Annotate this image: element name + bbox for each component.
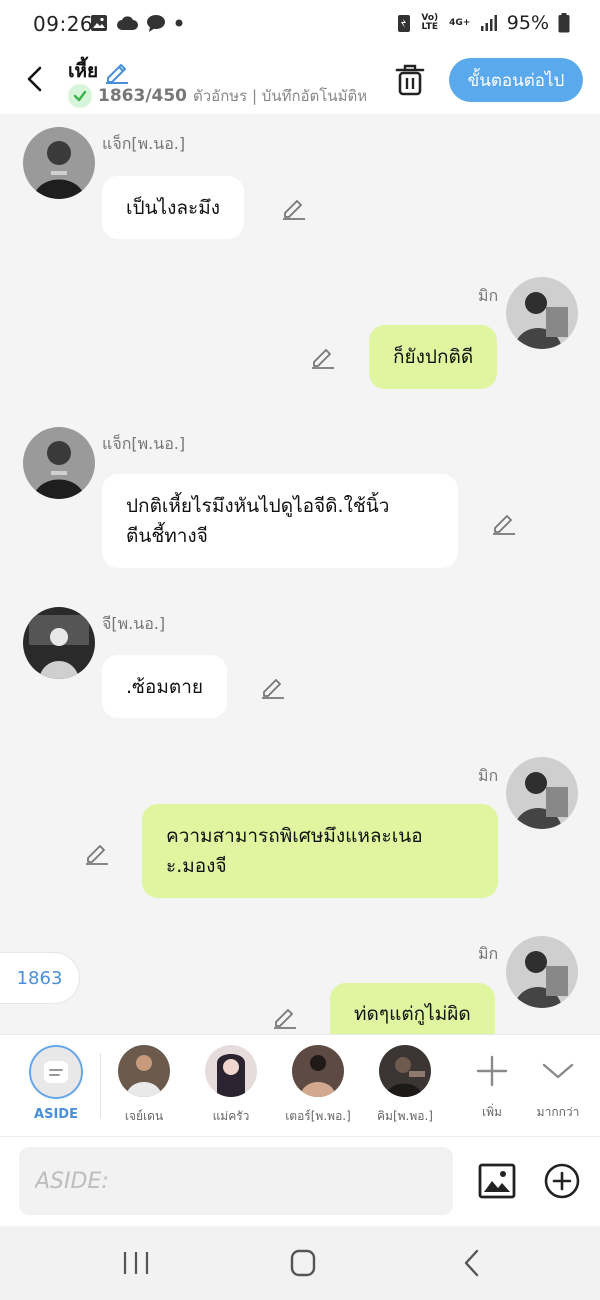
chat-title: เหี้ย bbox=[68, 60, 99, 82]
message-text: ตีนชี้ทางจี bbox=[126, 525, 208, 547]
character-avatar bbox=[118, 1045, 170, 1097]
plus-circle-icon bbox=[544, 1163, 580, 1199]
edit-message-icon[interactable] bbox=[281, 194, 307, 220]
message-bubble[interactable]: .ซ้อมตาย bbox=[102, 655, 228, 718]
character-selector: ASIDE เจย์เดน แม่ครัว เตอร์[พ.พอ.] คิม[พ… bbox=[0, 1034, 600, 1136]
message-input[interactable] bbox=[19, 1147, 453, 1215]
sender-name: แจ็ก[พ.นอ.] bbox=[102, 434, 186, 453]
sender-name: มิก bbox=[478, 944, 499, 963]
home-button[interactable] bbox=[283, 1248, 323, 1278]
recent-apps-icon bbox=[123, 1252, 149, 1274]
avatar-mik[interactable] bbox=[506, 936, 578, 1008]
expand-label: มากกว่า bbox=[536, 1105, 580, 1119]
chevron-down-icon bbox=[542, 1063, 574, 1079]
status-notification-icons bbox=[90, 14, 184, 32]
character-avatar bbox=[379, 1045, 431, 1097]
message-text: ะ.มองจี bbox=[166, 855, 227, 877]
back-arrow-icon bbox=[464, 1249, 479, 1277]
battery-saver-icon bbox=[397, 15, 410, 32]
check-icon bbox=[68, 84, 92, 108]
character-kim[interactable]: คิม[พ.พอ.] bbox=[365, 1045, 445, 1126]
character-jayden[interactable]: เจย์เดน bbox=[104, 1045, 184, 1126]
attach-image-button[interactable] bbox=[477, 1161, 517, 1201]
note-icon bbox=[44, 1061, 68, 1083]
message-text: เป็นไงละมึง bbox=[126, 196, 221, 219]
strip-divider bbox=[100, 1053, 101, 1119]
aside-label: ASIDE bbox=[34, 1107, 78, 1122]
chevron-left-icon bbox=[27, 66, 42, 92]
message-text: ปกติเหี้ยไรมึงหันไปดูไอจีดิ.ใช้นิ้ว bbox=[126, 495, 390, 517]
avatar-jack[interactable] bbox=[23, 127, 95, 199]
message-bubble[interactable]: เป็นไงละมึง bbox=[102, 176, 245, 239]
home-icon bbox=[290, 1249, 316, 1277]
message-bubble[interactable]: ความสามารถพิเศษมึงแหละเนอ ะ.มองจี bbox=[142, 804, 498, 898]
delete-button[interactable] bbox=[393, 62, 427, 98]
chat-bubble-icon bbox=[147, 15, 165, 32]
image-icon bbox=[478, 1163, 516, 1199]
avatar-mik[interactable] bbox=[506, 277, 578, 349]
message-text: ท่ดๆแต่กูไม่ผิด bbox=[354, 1003, 471, 1025]
message-text: ความสามารถพิเศษมึงแหละเนอ bbox=[166, 825, 423, 847]
gallery-icon bbox=[91, 15, 107, 31]
character-avatar bbox=[205, 1045, 257, 1097]
message-text: .ซ้อมตาย bbox=[126, 675, 204, 698]
character-avatar bbox=[292, 1045, 344, 1097]
volte-indicator: Vo) LTE bbox=[421, 13, 439, 32]
edit-message-icon[interactable] bbox=[310, 343, 336, 369]
dot-icon bbox=[175, 19, 183, 27]
character-ter[interactable]: เตอร์[พ.พอ.] bbox=[278, 1045, 358, 1126]
next-step-button[interactable]: ขั้นตอนต่อไป bbox=[449, 58, 583, 102]
avatar-mik[interactable] bbox=[506, 757, 578, 829]
recent-apps-button[interactable] bbox=[116, 1248, 156, 1278]
status-time: 09:26 bbox=[33, 12, 94, 36]
aside-avatar bbox=[29, 1045, 83, 1099]
expand-characters-button[interactable]: มากกว่า bbox=[518, 1045, 598, 1122]
system-nav-bar bbox=[0, 1226, 600, 1300]
message-bubble[interactable]: ท่ดๆแต่กูไม่ผิด bbox=[330, 983, 495, 1034]
back-button[interactable] bbox=[20, 64, 50, 94]
sender-name: จี[พ.นอ.] bbox=[102, 614, 166, 633]
edit-message-icon[interactable] bbox=[272, 1003, 298, 1029]
aside-character[interactable]: ASIDE bbox=[16, 1045, 96, 1122]
message-bubble[interactable]: ก็ยังปกติดี bbox=[369, 325, 498, 389]
character-label: เจย์เดน bbox=[124, 1109, 164, 1123]
plus-icon bbox=[476, 1055, 508, 1087]
title-row: เหี้ย bbox=[68, 56, 130, 86]
avatar-jack[interactable] bbox=[23, 427, 95, 499]
chat-message-list[interactable]: แจ็ก[พ.นอ.] เป็นไงละมึง มิก ก็ยังปกติดี … bbox=[0, 114, 600, 1034]
message-input-bar bbox=[0, 1136, 600, 1226]
cloud-icon bbox=[117, 16, 138, 30]
character-count: 1863/450 bbox=[98, 86, 188, 106]
edit-message-icon[interactable] bbox=[491, 509, 517, 535]
avatar-gee[interactable] bbox=[23, 607, 95, 679]
edit-message-icon[interactable] bbox=[84, 839, 110, 865]
status-bar: 09:26 Vo) LTE 4G+ 95% bbox=[0, 0, 600, 48]
character-label: เตอร์[พ.พอ.] bbox=[285, 1109, 351, 1123]
network-indicator: 4G+ bbox=[449, 17, 471, 28]
sender-name: มิก bbox=[478, 766, 499, 785]
battery-icon bbox=[558, 13, 570, 33]
battery-percent: 95% bbox=[506, 12, 549, 34]
add-button[interactable] bbox=[542, 1161, 582, 1201]
message-text: ก็ยังปกติดี bbox=[393, 346, 474, 368]
sender-name: แจ็ก[พ.นอ.] bbox=[102, 134, 186, 153]
autosave-text: ตัวอักษร | บันทึกอัตโนมัติหล bbox=[193, 87, 368, 105]
edit-message-icon[interactable] bbox=[260, 673, 286, 699]
character-label: แม่ครัว bbox=[212, 1109, 250, 1123]
pencil-icon[interactable] bbox=[104, 58, 130, 84]
message-count-pill[interactable]: 1863 bbox=[0, 952, 80, 1004]
signal-icon bbox=[480, 15, 497, 31]
system-back-button[interactable] bbox=[452, 1248, 492, 1278]
message-bubble[interactable]: ปกติเหี้ยไรมึงหันไปดูไอจีดิ.ใช้นิ้ว ตีนช… bbox=[102, 474, 458, 568]
status-system-icons: Vo) LTE 4G+ 95% bbox=[397, 12, 570, 34]
sender-name: มิก bbox=[478, 286, 499, 305]
autosave-status: 1863/450 ตัวอักษร | บันทึกอัตโนมัติหล bbox=[68, 84, 368, 108]
chat-header: เหี้ย 1863/450 ตัวอักษร | บันทึกอัตโนมัต… bbox=[0, 48, 600, 114]
character-label: คิม[พ.พอ.] bbox=[377, 1109, 433, 1123]
character-cook[interactable]: แม่ครัว bbox=[191, 1045, 271, 1126]
trash-icon bbox=[395, 64, 425, 96]
